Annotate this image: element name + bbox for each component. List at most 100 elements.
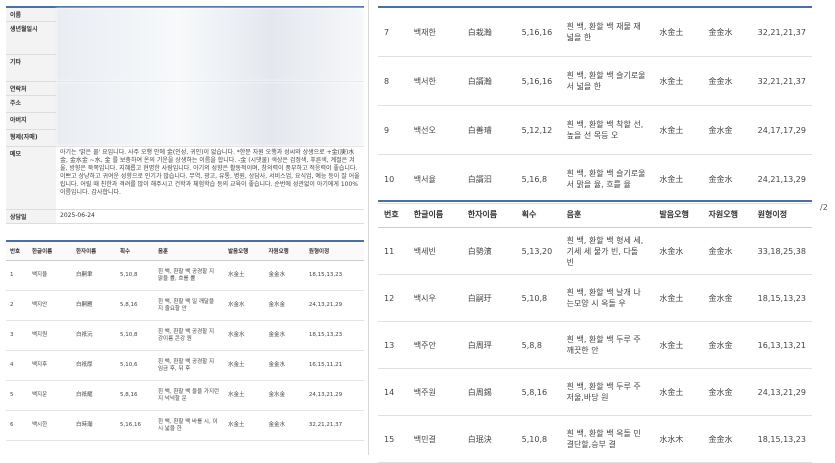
cell-source: 金水金 <box>264 380 305 411</box>
cell-strokes: 5,8,16 <box>116 380 154 411</box>
cell-meaning: 흰 백, 환할 백 슬기로울 서 넓을 한 <box>560 56 654 106</box>
header-meaning: 음훈 <box>154 241 224 261</box>
table-row: 4 백지후 白祇厚 5,10,6 흰 백, 환할 백 공경할 지 임금 후, 뒤 후 水金… <box>6 350 364 381</box>
cell-meaning: 흰 백, 환할 백 슬기로울 서 맑을 율, 흐를 율 <box>560 154 654 204</box>
cell-source: 金金水 <box>702 227 752 275</box>
table-row: 14 백주원 白周錫 5,8,16 흰 백, 환할 백 두루 주 저울,바당 원 水金土金… <box>378 368 812 416</box>
name-table-page1: 번호 한글이름 한자이름 획수 음훈 발음오행 자원오행 원형이정 1 백지율 白嗣… <box>6 240 364 441</box>
consult-date: 2025-06-24 <box>56 209 364 224</box>
cell-kor: 백지후 <box>28 350 72 381</box>
cell-sound: 水金水 <box>224 320 265 351</box>
header-sound: 발음오행 <box>224 241 265 261</box>
table-row: 3 백지원 白祇沅 5,10,8 흰 백, 환할 백 공경할 지 강이름 콘강 원 水金水… <box>6 320 364 351</box>
cell-original: 18,15,13,23 <box>751 415 812 463</box>
cell-strokes: 5,8,16 <box>116 290 154 321</box>
cell-meaning: 흰 백, 환할 백 날개 나는모양 시 옥돌 우 <box>560 274 654 322</box>
cell-kor: 백세빈 <box>407 227 462 275</box>
cell-han: 白善璿 <box>461 105 516 155</box>
cell-source: 金金水 <box>702 154 752 204</box>
cell-meaning: 흰 백, 환할 백 바를 시, 이 시 넓을 한 <box>154 410 224 441</box>
cell-original: 32,21,21,37 <box>751 7 812 57</box>
cell-kor: 백선오 <box>407 105 462 155</box>
table-header-row: 번호 한글이름 한자이름 획수 음훈 발음오행 자원오행 원형이정 <box>6 241 364 261</box>
cell-sound: 水水木 <box>653 415 703 463</box>
cell-kor: 백주원 <box>407 368 462 416</box>
cell-kor: 백지안 <box>28 290 72 321</box>
cell-original: 24,21,13,29 <box>751 154 812 204</box>
cell-sound: 水金土 <box>653 274 703 322</box>
cell-source: 金水金 <box>702 274 752 322</box>
big-table-top-body: 7 백재한 白栽瀚 5,16,16 흰 백, 환할 백 재물 재 넓을 한 水金土 金金水 3… <box>378 7 812 204</box>
header-original: 원형이정 <box>751 201 812 228</box>
cell-original: 24,17,17,29 <box>751 105 812 155</box>
cell-no: 14 <box>378 368 408 416</box>
header-source: 자원오행 <box>702 201 752 228</box>
cell-han: 白周玶 <box>461 321 516 369</box>
cell-no: 6 <box>6 410 28 441</box>
header-no: 번호 <box>378 201 408 228</box>
cell-no: 3 <box>6 320 28 351</box>
cell-sound: 水金水 <box>653 227 703 275</box>
cell-strokes: 5,10,8 <box>116 260 154 291</box>
cell-source: 金金水 <box>264 260 305 291</box>
label-contact: 연락처 <box>6 81 56 96</box>
cell-sound: 水金水 <box>224 290 265 321</box>
cell-han: 白諝汩 <box>461 154 516 204</box>
cell-han: 白珉決 <box>461 415 516 463</box>
cell-meaning: 흰 백, 환할 백 일 깨달을 지 줄요할 안 <box>154 290 224 321</box>
header-strokes: 획수 <box>116 241 154 261</box>
cell-source: 金水金 <box>264 290 305 321</box>
cell-sound: 水金土 <box>653 154 703 204</box>
cell-no: 2 <box>6 290 28 321</box>
cell-kor: 백서율 <box>407 154 462 204</box>
cell-sound: 水金土 <box>653 7 703 57</box>
cell-no: 9 <box>378 105 408 155</box>
cell-strokes: 5,13,20 <box>515 227 561 275</box>
cell-strokes: 5,12,12 <box>515 105 561 155</box>
cell-meaning: 흰 백, 환할 백 공경할 지 임금 후, 뒤 후 <box>154 350 224 381</box>
cell-no: 11 <box>378 227 408 275</box>
cell-no: 15 <box>378 415 408 463</box>
cell-sound: 水金土 <box>224 260 265 291</box>
info-form: 이름 생년월일시 기타 연락처 주소 아버지 형제(자매) 메모 아기는 '맑은… <box>6 6 364 224</box>
label-siblings: 형제(자매) <box>6 129 56 147</box>
cell-meaning: 흰 백, 환할 백 착할 선, 높을 선 목등 오 <box>560 105 654 155</box>
cell-kor: 백서한 <box>407 56 462 106</box>
cell-original: 32,21,21,37 <box>304 410 364 441</box>
cell-han: 白祇耀 <box>72 380 116 411</box>
blurred-contact-info <box>56 81 364 147</box>
cell-strokes: 5,16,16 <box>515 56 561 106</box>
cell-kor: 백민결 <box>407 415 462 463</box>
cell-original: 33,18,25,38 <box>751 227 812 275</box>
cell-meaning: 흰 백, 환할 백 두루 주 저울,바당 원 <box>560 368 654 416</box>
cell-no: 5 <box>6 380 28 411</box>
cell-han: 白諝瀚 <box>461 56 516 106</box>
cell-strokes: 5,8,8 <box>515 321 561 369</box>
cell-sound: 水金土 <box>224 350 265 381</box>
cell-han: 白勢濱 <box>461 227 516 275</box>
cell-source: 金金水 <box>264 410 305 441</box>
memo-text: 아기는 '맑은 물' 요입니다. 사주 오행 안에 金(인성, 귀인)이 없습니… <box>56 146 364 210</box>
cell-meaning: 흰 백, 환할 백 공경할 지 강이름 콘강 원 <box>154 320 224 351</box>
cell-original: 24,13,21,29 <box>751 368 812 416</box>
cell-strokes: 5,10,8 <box>116 320 154 351</box>
cell-strokes: 5,10,8 <box>515 415 561 463</box>
cell-original: 18,15,13,23 <box>304 320 364 351</box>
cell-kor: 백지율 <box>28 260 72 291</box>
cell-kor: 백시우 <box>407 274 462 322</box>
table-row: 11 백세빈 白勢濱 5,13,20 흰 백, 환할 백 형세 세, 기세 세 물가 빈… <box>378 227 812 275</box>
table-row: 1 백지율 白嗣聿 5,10,8 흰 백, 환할 백 공경할 지 맑을 률, 흐를 률水… <box>6 260 364 291</box>
cell-sound: 水金土 <box>653 105 703 155</box>
cell-no: 10 <box>378 154 408 204</box>
cell-kor: 백주안 <box>407 321 462 369</box>
cell-han: 白嗣聿 <box>72 260 116 291</box>
table-row: 5 백지운 白祇耀 5,8,16 흰 백, 환할 백 울을 가지런 지 넉넉할 운 水金土… <box>6 380 364 411</box>
header-sound: 발음오행 <box>653 201 703 228</box>
label-etc: 기타 <box>6 54 56 82</box>
cell-original: 16,15,11,21 <box>304 350 364 381</box>
cell-no: 12 <box>378 274 408 322</box>
cell-sound: 水金土 <box>653 368 703 416</box>
label-address: 주소 <box>6 95 56 113</box>
cell-meaning: 흰 백, 환할 백 울을 가지런 지 넉넉할 운 <box>154 380 224 411</box>
cell-han: 白祇沅 <box>72 320 116 351</box>
